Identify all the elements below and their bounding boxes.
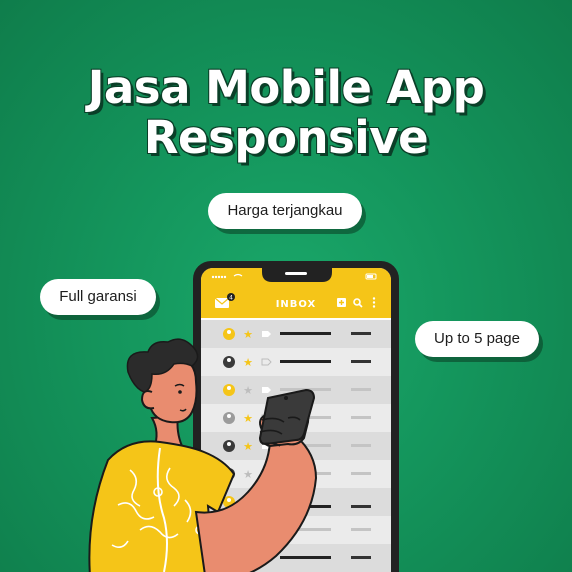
illustration: 4 INBOX ★ ★ ★ ★ ★ ★ ★ ★ ★ xyxy=(88,261,399,572)
star-icon: ★ xyxy=(243,440,253,453)
star-icon: ★ xyxy=(243,328,253,341)
phone-header-title: INBOX xyxy=(276,299,317,310)
plus-icon[interactable] xyxy=(337,298,346,307)
star-icon: ★ xyxy=(243,356,253,369)
list-item: ★ xyxy=(201,348,391,376)
mail-badge-count: 4 xyxy=(229,295,233,302)
star-icon: ★ xyxy=(243,412,253,425)
list-item: ★ xyxy=(201,320,391,348)
star-icon: ★ xyxy=(243,468,253,481)
more-icon[interactable] xyxy=(372,297,376,308)
star-icon: ★ xyxy=(243,384,253,397)
